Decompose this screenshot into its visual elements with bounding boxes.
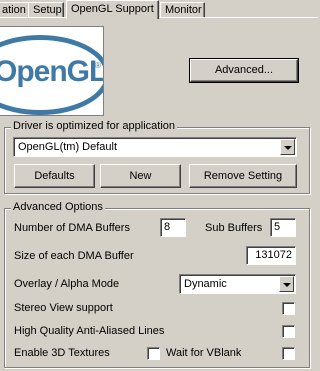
3d-textures-label: Enable 3D Textures	[14, 347, 110, 359]
3d-textures-checkbox[interactable]	[147, 347, 160, 360]
defaults-button[interactable]: Defaults	[14, 164, 95, 188]
tab-setup[interactable]: Setup	[28, 2, 64, 18]
dma-size-field[interactable]: 131072	[246, 246, 296, 265]
advanced-button[interactable]: Advanced...	[189, 58, 299, 83]
logo-trademark: ®	[95, 61, 101, 70]
dma-buffers-label: Number of DMA Buffers	[14, 222, 130, 234]
tab-monitor[interactable]: Monitor	[160, 2, 205, 18]
stereo-view-label: Stereo View support	[14, 302, 113, 314]
chevron-down-icon[interactable]	[280, 139, 295, 155]
tab-strip: ation Setup OpenGL Support Monitor	[0, 0, 318, 19]
new-button[interactable]: New	[100, 164, 181, 188]
vblank-checkbox[interactable]	[282, 347, 295, 360]
overlay-mode-label: Overlay / Alpha Mode	[14, 278, 120, 290]
dma-buffers-field[interactable]: 8	[160, 218, 186, 237]
logo-text: OpenGL	[0, 55, 104, 88]
stereo-view-checkbox[interactable]	[282, 302, 295, 315]
aa-lines-label: High Quality Anti-Aliased Lines	[14, 325, 165, 337]
remove-setting-button[interactable]: Remove Setting	[189, 164, 297, 188]
overlay-mode-select[interactable]: Dynamic	[179, 274, 296, 294]
driver-group-title: Driver is optimized for application	[11, 120, 178, 132]
overlay-mode-value: Dynamic	[184, 278, 227, 290]
advanced-options-title: Advanced Options	[11, 201, 105, 213]
sub-buffers-label: Sub Buffers	[205, 222, 263, 234]
dma-size-label: Size of each DMA Buffer	[14, 250, 134, 262]
opengl-logo: OpenGL ®	[0, 26, 104, 116]
tab-opengl-support[interactable]: OpenGL Support	[66, 0, 159, 19]
application-select[interactable]: OpenGL(tm) Default	[13, 137, 297, 157]
sub-buffers-field[interactable]: 5	[270, 218, 296, 237]
aa-lines-checkbox[interactable]	[282, 325, 295, 338]
application-select-value: OpenGL(tm) Default	[18, 141, 118, 153]
vblank-label: Wait for VBlank	[166, 347, 242, 359]
chevron-down-icon[interactable]	[279, 276, 294, 292]
